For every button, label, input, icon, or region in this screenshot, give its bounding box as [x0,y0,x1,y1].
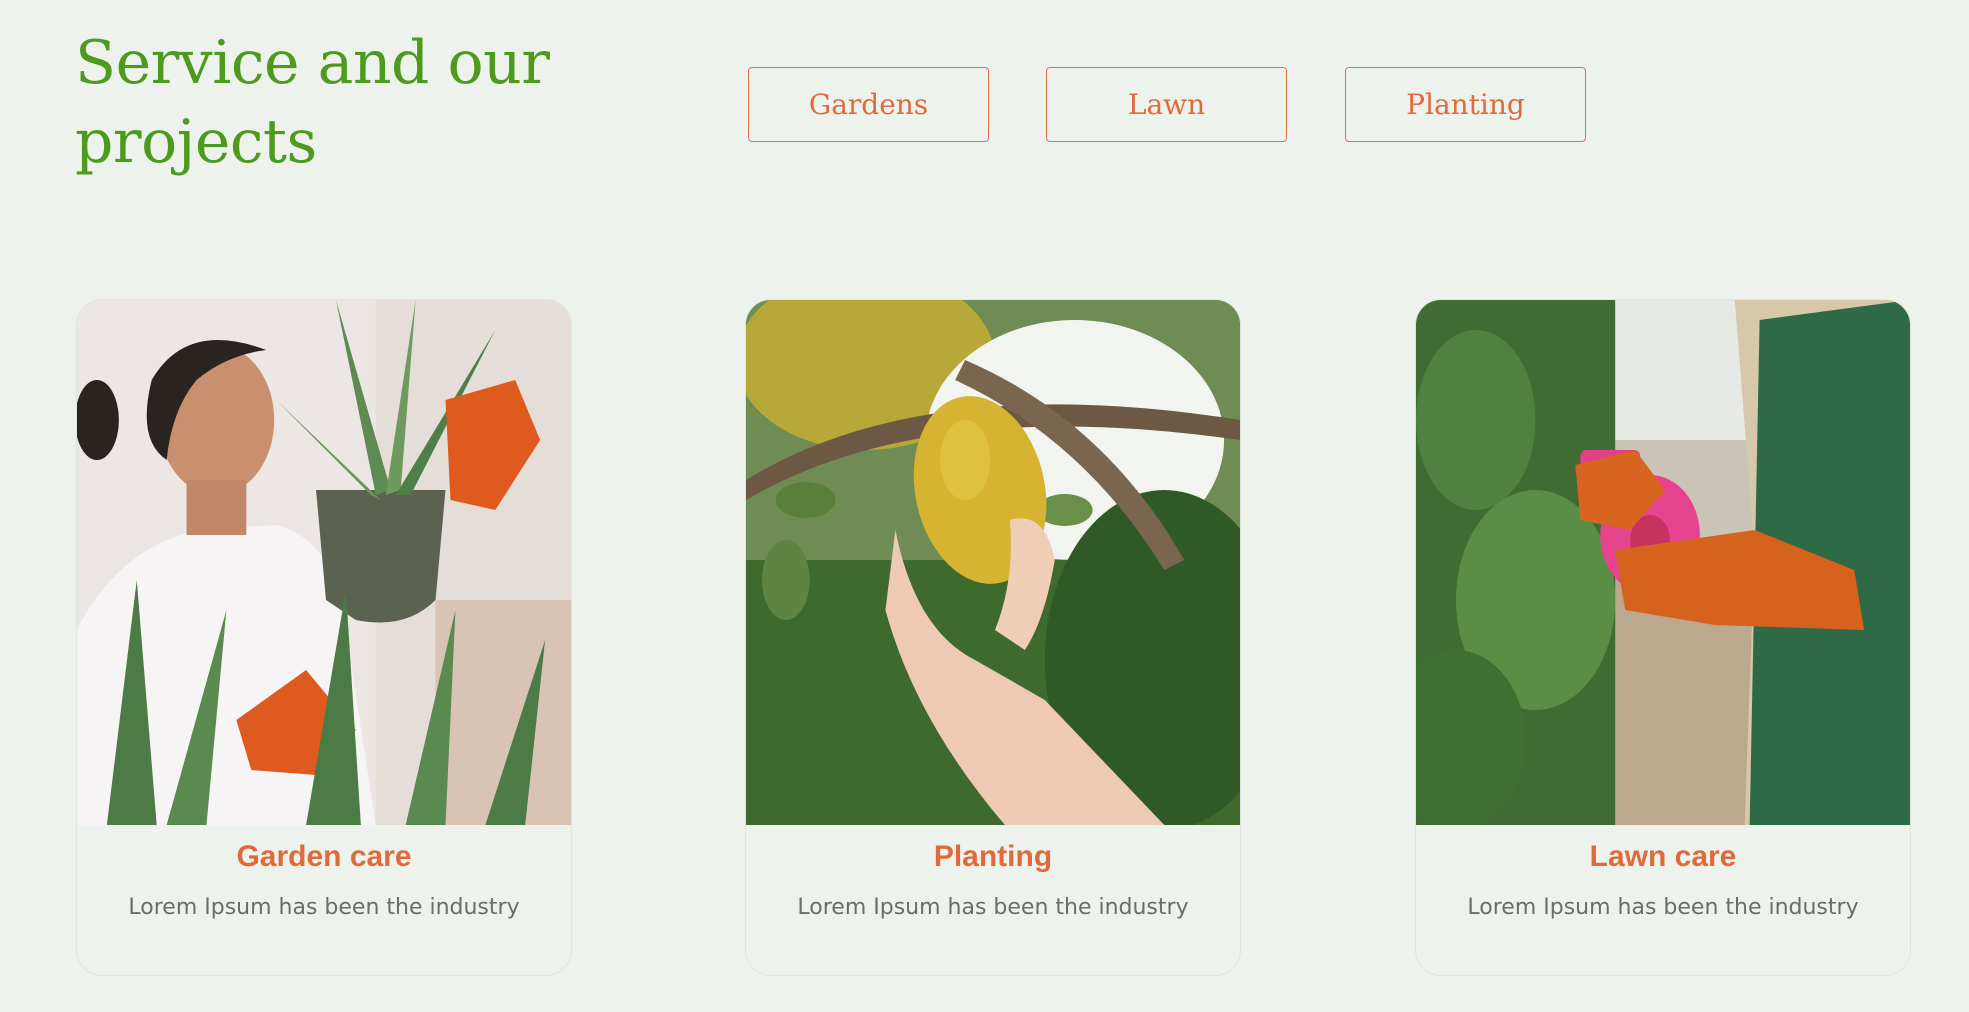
card-image-garden-care [77,300,571,825]
section-title: Service and our projects [75,24,635,182]
section-title-line-1: Service and our [75,28,550,98]
section-title-line-2: projects [75,107,317,177]
card-image-planting [746,300,1240,825]
card-description: Lorem Ipsum has been the industry [128,895,520,920]
card-description: Lorem Ipsum has been the industry [1467,895,1859,920]
filter-gardens-button[interactable]: Gardens [748,67,989,142]
card-image-lawn-care [1416,300,1910,825]
card-title: Lawn care [1589,840,1737,873]
card-title: Planting [933,840,1053,873]
filter-lawn-button[interactable]: Lawn [1046,67,1287,142]
service-card-garden-care[interactable]: Garden care Lorem Ipsum has been the ind… [76,299,572,976]
card-title: Garden care [236,840,412,873]
service-card-planting[interactable]: Planting Lorem Ipsum has been the indust… [745,299,1241,976]
filter-planting-button[interactable]: Planting [1345,67,1586,142]
card-description: Lorem Ipsum has been the industry [797,895,1189,920]
service-card-lawn-care[interactable]: Lawn care Lorem Ipsum has been the indus… [1415,299,1911,976]
